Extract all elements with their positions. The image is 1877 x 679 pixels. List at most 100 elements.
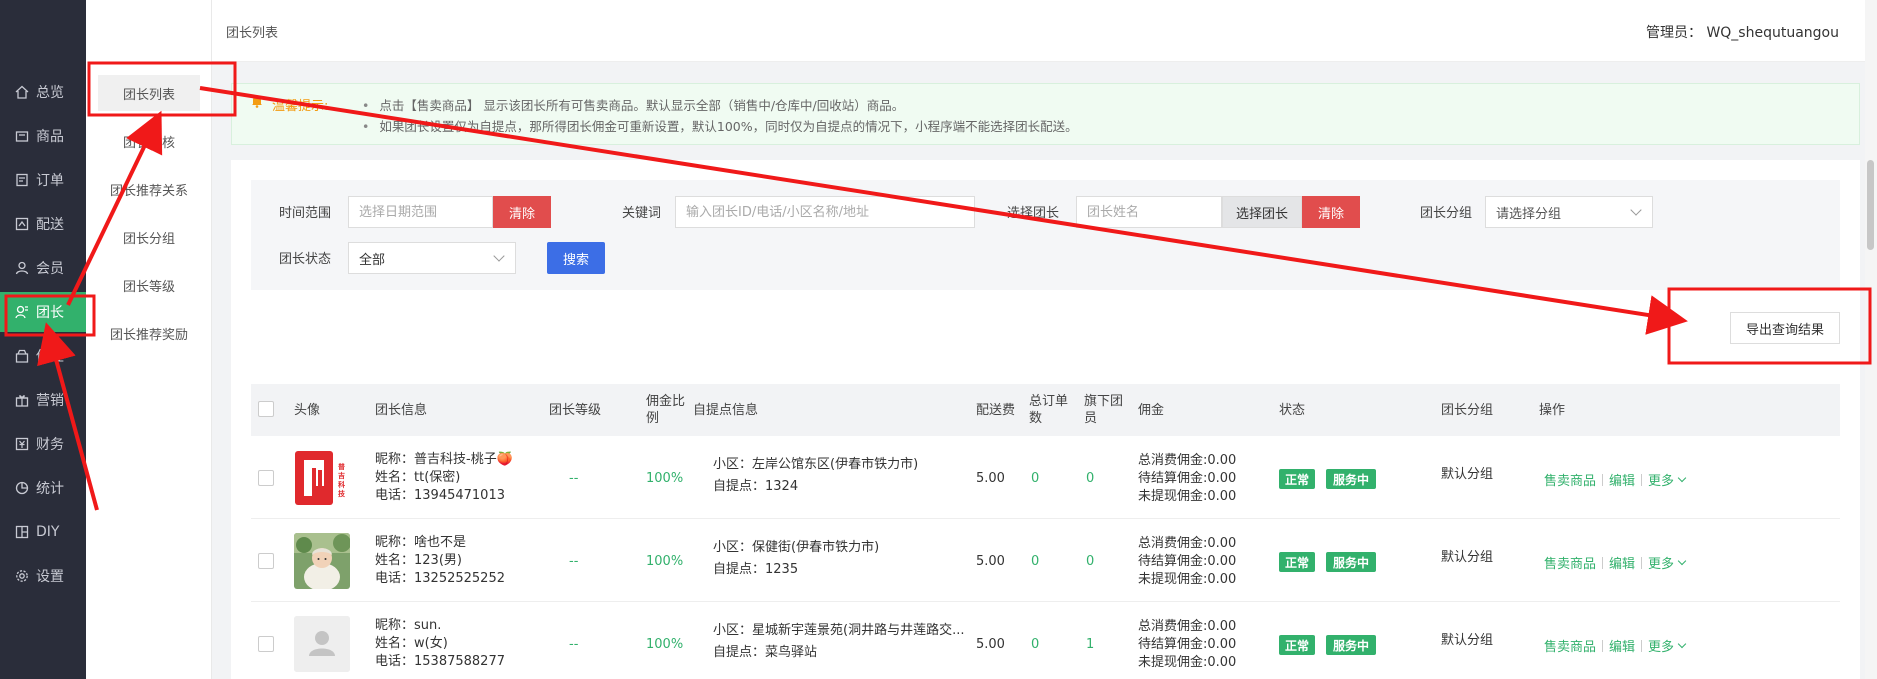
commission-ratio: 100%	[646, 471, 684, 486]
nav-item-orders[interactable]: 订单	[0, 160, 86, 200]
subnav-label: 团长等级	[122, 279, 175, 295]
divider	[1602, 639, 1604, 652]
delivery-icon	[14, 216, 30, 232]
edit-link[interactable]: 编辑	[1609, 636, 1635, 655]
select-leader-button[interactable]: 选择团长	[1222, 196, 1302, 228]
row-actions: 售卖商品 编辑 更多	[1544, 553, 1687, 572]
avatar: 普 吉 科 技	[294, 450, 350, 506]
delivery-fee: 5.00	[976, 471, 1005, 486]
nav-item-leader[interactable]: 团长	[0, 292, 86, 332]
more-link[interactable]: 更多	[1648, 470, 1674, 489]
nav-item-marketing[interactable]: 营销	[0, 380, 86, 420]
svg-text:普: 普	[338, 462, 345, 471]
commission-ratio: 100%	[646, 554, 684, 569]
status-select[interactable]: 全部	[348, 242, 516, 274]
row-checkbox[interactable]	[258, 636, 274, 652]
row-checkbox[interactable]	[258, 470, 274, 486]
nav-item-supply[interactable]: 供应	[0, 336, 86, 376]
nav-item-delivery[interactable]: 配送	[0, 204, 86, 244]
group-select[interactable]: 请选择分组	[1485, 196, 1653, 228]
chevron-down-icon[interactable]	[1677, 556, 1687, 566]
clear-date-button[interactable]: 清除	[493, 196, 551, 228]
subnav-leader-review[interactable]: 团长审核	[86, 123, 212, 159]
subnav-label: 团长推荐奖励	[109, 327, 188, 343]
leader-level: --	[569, 554, 579, 569]
service-badge[interactable]: 服务中	[1326, 469, 1376, 489]
commission-unwithdrawn: 未提现佣金:0.00	[1138, 572, 1237, 587]
edit-link[interactable]: 编辑	[1609, 470, 1635, 489]
status-badge[interactable]: 正常	[1279, 552, 1315, 572]
leader-nickname: 昵称：普吉科技-桃子🍑	[375, 452, 513, 467]
subnav-leader-referral[interactable]: 团长推荐关系	[86, 171, 212, 207]
page-header: 团长列表 管理员： WQ_shequtuangou	[212, 0, 1865, 62]
total-orders: 0	[1031, 471, 1040, 486]
date-range-input[interactable]	[348, 196, 493, 228]
member-count: 0	[1086, 471, 1095, 486]
leader-group: 默认分组	[1441, 467, 1494, 482]
subnav-leader-group[interactable]: 团长分组	[86, 219, 212, 255]
more-link[interactable]: 更多	[1648, 636, 1674, 655]
status-label: 团长状态	[279, 252, 332, 267]
more-link[interactable]: 更多	[1648, 553, 1674, 572]
table-row: 昵称：啥也不是 姓名：123(男) 电话：13252525252 -- 100%…	[251, 519, 1840, 602]
finance-icon	[14, 436, 30, 452]
service-badge[interactable]: 服务中	[1326, 552, 1376, 572]
divider	[1641, 639, 1643, 652]
nav-item-diy[interactable]: DIY	[0, 512, 86, 552]
col-status: 状态	[1279, 403, 1306, 418]
subnav-leader-list[interactable]: 团长列表	[98, 75, 200, 111]
export-results-button[interactable]: 导出查询结果	[1730, 312, 1840, 344]
nav-item-member[interactable]: 会员	[0, 248, 86, 288]
leader-name: 姓名：123(男)	[375, 553, 462, 568]
commission-unwithdrawn: 未提现佣金:0.00	[1138, 655, 1237, 670]
sell-goods-link[interactable]: 售卖商品	[1544, 636, 1596, 655]
chevron-down-icon[interactable]	[1677, 639, 1687, 649]
sell-goods-link[interactable]: 售卖商品	[1544, 470, 1596, 489]
delivery-fee: 5.00	[976, 637, 1005, 652]
total-orders: 0	[1031, 554, 1040, 569]
service-badge[interactable]: 服务中	[1326, 635, 1376, 655]
subnav-label: 团长审核	[122, 135, 175, 151]
page-scrollbar[interactable]	[1865, 0, 1877, 679]
status-badge[interactable]: 正常	[1279, 469, 1315, 489]
leader-name-input[interactable]	[1076, 196, 1222, 228]
nav-item-overview[interactable]: 总览	[0, 72, 86, 112]
nav-label: 会员	[36, 261, 64, 277]
status-badge[interactable]: 正常	[1279, 635, 1315, 655]
col-commission: 佣金	[1138, 403, 1165, 418]
tips-list: 点击【售卖商品】 显示该团长所有可售卖商品。默认显示全部（销售中/仓库中/回收站…	[362, 95, 1077, 137]
nav-item-stats[interactable]: 统计	[0, 468, 86, 508]
scrollbar-thumb[interactable]	[1867, 160, 1874, 250]
chevron-down-icon[interactable]	[1677, 473, 1687, 483]
keyword-input[interactable]	[675, 196, 975, 228]
subnav-label: 团长列表	[122, 87, 175, 103]
nav-label: 营销	[36, 393, 64, 409]
subnav-leader-level[interactable]: 团长等级	[86, 267, 212, 303]
subnav-leader-reward[interactable]: 团长推荐奖励	[86, 315, 212, 351]
goods-icon	[14, 128, 30, 144]
col-orders: 总订单数	[1029, 394, 1069, 426]
group-label: 团长分组	[1420, 206, 1473, 221]
commission-ratio: 100%	[646, 637, 684, 652]
tips-title: 温馨提示:	[272, 99, 329, 114]
member-icon	[14, 260, 30, 276]
clear-leader-button[interactable]: 清除	[1302, 196, 1360, 228]
pickup-point: 自提点：菜鸟驿站	[713, 645, 818, 660]
divider	[1641, 473, 1643, 486]
nav-item-finance[interactable]: 财务	[0, 424, 86, 464]
nav-label: 订单	[36, 173, 64, 189]
edit-link[interactable]: 编辑	[1609, 553, 1635, 572]
search-button[interactable]: 搜索	[547, 242, 605, 274]
row-checkbox[interactable]	[258, 553, 274, 569]
sell-goods-link[interactable]: 售卖商品	[1544, 553, 1596, 572]
nav-label: 团长	[36, 305, 64, 321]
col-members: 旗下团员	[1084, 394, 1124, 426]
col-group: 团长分组	[1441, 403, 1494, 418]
nav-item-settings[interactable]: 设置	[0, 556, 86, 596]
leader-nickname: 昵称：sun.	[375, 618, 442, 633]
nav-item-goods[interactable]: 商品	[0, 116, 86, 156]
leader-phone: 电话：13252525252	[375, 571, 505, 586]
main-panel: 时间范围 清除 关键词 选择团长 选择团长 清除 团长分组 请选择分组 团长状态…	[231, 160, 1860, 679]
chevron-down-icon	[493, 250, 505, 262]
select-all-checkbox[interactable]	[258, 401, 274, 417]
